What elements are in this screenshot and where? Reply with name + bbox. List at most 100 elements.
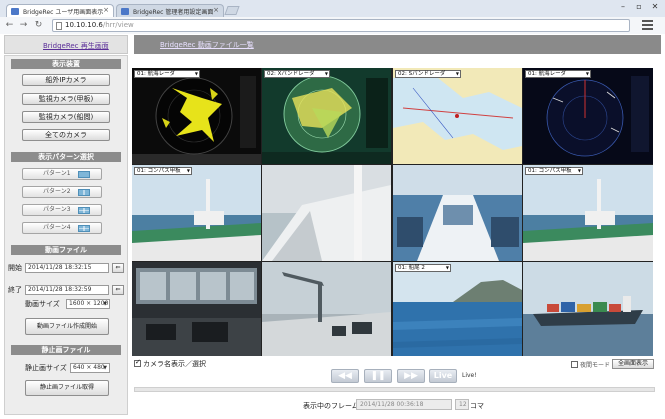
menu-icon[interactable] [642, 20, 653, 30]
rewind-button[interactable]: ◀◀ [331, 369, 359, 383]
create-video-file-button[interactable]: 動画ファイル作成開始 [25, 318, 109, 335]
stern-feed [393, 165, 522, 261]
outboard-ip-camera-button[interactable]: 船外IPカメラ [22, 74, 110, 86]
camera-select[interactable]: 01: 航海レーダ ▼ [525, 70, 591, 78]
camera-select[interactable]: 01: コンパス甲板 ▼ [525, 167, 583, 175]
chevron-down-icon: ▼ [194, 71, 198, 76]
camera-tile-6[interactable] [262, 165, 391, 261]
left-arrow-icon: ⇐ [115, 286, 121, 293]
chevron-down-icon: ▼ [324, 71, 328, 76]
end-time-field[interactable]: 2014/11/28 18:32:59 [25, 285, 109, 295]
camera-tile-10[interactable] [262, 262, 391, 356]
playback-screen-link[interactable]: BridgeRec 再生画面 [43, 41, 109, 51]
pattern-4-button[interactable]: パターン4 [22, 222, 102, 234]
checkbox-checked-icon[interactable] [134, 358, 141, 367]
camera-select[interactable]: 02: Sバンドレーダ ▼ [395, 70, 461, 78]
start-time-field[interactable]: 2014/11/28 18:32:15 [25, 263, 109, 273]
close-icon[interactable]: × [213, 6, 219, 14]
close-icon[interactable]: × [103, 6, 109, 14]
chevron-down-icon: ▼ [455, 71, 459, 76]
browser-chrome: BridgeRec ユーザ用画面表示 × BridgeRec 管理者用設定画面 … [0, 0, 665, 34]
pattern-2-button[interactable]: パターン2 [22, 186, 102, 198]
minimize-icon[interactable]: – [616, 2, 630, 11]
pattern-label: パターン1 [43, 170, 71, 177]
camera-tile-3[interactable]: 02: Sバンドレーダ ▼ [393, 68, 522, 164]
maximize-icon[interactable]: ▫ [632, 2, 646, 11]
tab-user-view[interactable]: BridgeRec ユーザ用画面表示 × [6, 4, 114, 17]
live-indicator: Live! [462, 372, 477, 379]
header-left: BridgeRec 再生画面 [4, 35, 128, 54]
address-bar[interactable]: 10.10.10.6/hrr/view [52, 19, 630, 32]
fullscreen-button[interactable]: 全画面表示 [612, 359, 654, 369]
url-path: /hrr/view [102, 21, 134, 29]
page-icon [56, 22, 62, 30]
camera-select[interactable]: 02: Xバンドレーダ ▼ [264, 70, 330, 78]
forward-arrow-icon[interactable]: → [18, 20, 29, 31]
camera-select[interactable]: 01: コンパス甲板 ▼ [134, 167, 192, 175]
video-file-list-link[interactable]: BridgeRec 動画ファイル一覧 [160, 40, 254, 50]
display-pattern-header: 表示パターン選択 [11, 152, 121, 162]
deck-feed [132, 165, 261, 261]
frame-count-field: 12 [455, 399, 469, 410]
video-size-label: 動画サイズ [25, 300, 60, 308]
bridge-feed [132, 262, 261, 356]
camera-tile-9[interactable] [132, 262, 261, 356]
camera-tile-2[interactable]: 02: Xバンドレーダ ▼ [262, 68, 391, 164]
side-panel: 表示装置 船外IPカメラ 監視カメラ(甲板) 監視カメラ(船閲) 全てのカメラ … [4, 55, 128, 415]
video-file-header: 動画ファイル [11, 245, 121, 255]
chevron-down-icon: ▼ [445, 265, 449, 270]
chevron-down-icon: ▼ [577, 168, 581, 173]
frame-unit: コマ [470, 402, 484, 410]
favicon-icon [11, 8, 19, 15]
url-host: 10.10.10.6 [65, 21, 103, 29]
back-arrow-icon[interactable]: ← [4, 20, 15, 31]
quad-layout-icon [78, 207, 90, 214]
window-close-icon[interactable]: ✕ [648, 2, 662, 11]
camera-tile-1[interactable]: 01: 航海レーダ ▼ [132, 68, 261, 164]
camera-tile-8[interactable]: 01: コンパス甲板 ▼ [523, 165, 653, 261]
chevron-down-icon: ▼ [186, 168, 190, 173]
camera-tile-5[interactable]: 01: コンパス甲板 ▼ [132, 165, 261, 261]
reload-icon[interactable]: ↻ [33, 20, 44, 31]
night-mode-toggle[interactable]: 夜間モード [571, 360, 610, 369]
radar-feed [262, 68, 391, 164]
header-right: BridgeRec 動画ファイル一覧 [134, 35, 661, 54]
still-size-select[interactable]: 640 × 480 ▼ [70, 363, 110, 373]
hull-camera-button[interactable]: 監視カメラ(船閲) [22, 111, 110, 123]
pattern-1-button[interactable]: パターン1 [22, 168, 102, 180]
split-layout-icon [78, 189, 90, 196]
tab-bar: BridgeRec ユーザ用画面表示 × BridgeRec 管理者用設定画面 … [0, 0, 665, 17]
deck-crane-feed [262, 262, 391, 356]
camera-select[interactable]: 01: 船尾 2 ▼ [395, 264, 451, 272]
set-start-button[interactable]: ⇐ [112, 263, 124, 273]
pattern-3-button[interactable]: パターン3 [22, 204, 102, 216]
camera-tile-4[interactable]: 01: 航海レーダ ▼ [523, 68, 653, 164]
forward-button[interactable]: ▶▶ [397, 369, 425, 383]
live-button[interactable]: Live [429, 369, 457, 383]
playback-slider[interactable] [134, 387, 655, 392]
radar-feed [132, 68, 261, 164]
video-size-select[interactable]: 1600 × 1200 ▼ [66, 299, 110, 309]
side-hull-feed [262, 165, 391, 261]
camera-name-toggle[interactable]: カメラ名表示／選択 [134, 358, 206, 369]
get-still-image-button[interactable]: 静止画ファイル取得 [25, 380, 109, 396]
chevron-down-icon: ▼ [103, 365, 107, 371]
camera-grid: 01: 航海レーダ▼ 02: Xバンドレーダ▼ 02: Sバンドレーダ▼ [132, 68, 653, 356]
checkbox-icon[interactable] [571, 361, 578, 368]
set-end-button[interactable]: ⇐ [112, 285, 124, 295]
chevron-down-icon: ▼ [585, 71, 589, 76]
favicon-icon [121, 8, 129, 15]
tab-admin-settings[interactable]: BridgeRec 管理者用設定画面 × [116, 4, 224, 17]
deck-camera-button[interactable]: 監視カメラ(甲板) [22, 93, 110, 105]
camera-select[interactable]: 01: 航海レーダ ▼ [134, 70, 200, 78]
camera-tile-12[interactable] [523, 262, 653, 356]
pattern-label: パターン4 [43, 224, 71, 231]
pause-button[interactable]: ❚❚ [364, 369, 392, 383]
new-tab-button[interactable] [224, 6, 240, 15]
deck-feed [523, 165, 653, 261]
camera-tile-7[interactable] [393, 165, 522, 261]
all-cameras-button[interactable]: 全てのカメラ [22, 129, 110, 141]
sea-feed [393, 262, 522, 356]
camera-tile-11[interactable]: 01: 船尾 2 ▼ [393, 262, 522, 356]
left-arrow-icon: ⇐ [115, 264, 121, 271]
